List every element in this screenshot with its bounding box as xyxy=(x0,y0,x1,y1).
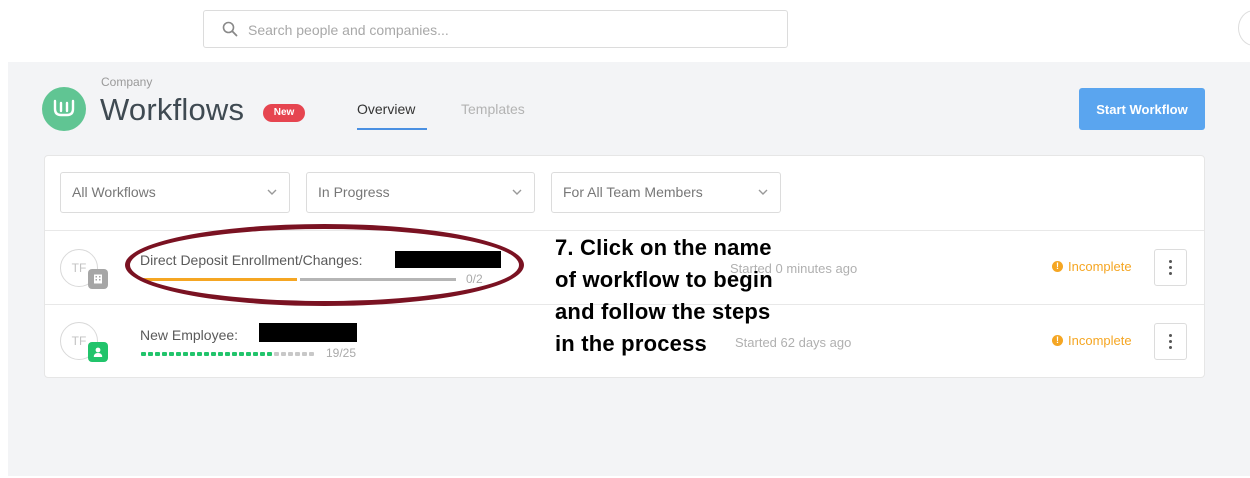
filter-workflow-type-label: All Workflows xyxy=(72,184,156,200)
step-dot xyxy=(288,352,293,356)
alert-icon: ! xyxy=(1052,335,1063,346)
step-dot xyxy=(274,352,279,356)
filter-team-members[interactable]: For All Team Members xyxy=(551,172,781,213)
status-label: Incomplete xyxy=(1068,333,1132,348)
workflows-app-logo xyxy=(42,87,86,131)
search-icon xyxy=(222,21,238,37)
new-badge: New xyxy=(263,104,305,122)
avatar-badge xyxy=(88,342,108,362)
step-dot xyxy=(162,352,167,356)
workflow-name-link[interactable]: New Employee: xyxy=(140,327,238,343)
filter-status[interactable]: In Progress xyxy=(306,172,535,213)
step-dot xyxy=(295,352,300,356)
step-dot xyxy=(239,352,244,356)
step-dot xyxy=(309,352,314,356)
status-label: Incomplete xyxy=(1068,259,1132,274)
chevron-down-icon xyxy=(267,189,277,195)
start-workflow-button[interactable]: Start Workflow xyxy=(1079,88,1205,130)
step-dot xyxy=(204,352,209,356)
page-title: Workflows xyxy=(100,92,245,127)
step-dot xyxy=(148,352,153,356)
search-input[interactable] xyxy=(246,11,770,49)
more-options-button[interactable] xyxy=(1154,323,1187,360)
person-icon xyxy=(93,347,103,357)
active-tab-indicator xyxy=(357,128,427,130)
alert-icon: ! xyxy=(1052,261,1063,272)
step-progress-dots xyxy=(141,352,314,356)
highlight-oval xyxy=(125,224,524,306)
step-dot xyxy=(225,352,230,356)
status-badge: ! Incomplete xyxy=(1052,333,1132,348)
avatar-badge xyxy=(88,269,108,289)
more-options-button[interactable] xyxy=(1154,249,1187,286)
building-icon xyxy=(94,274,102,284)
step-dot xyxy=(155,352,160,356)
breadcrumb: Company xyxy=(101,75,153,89)
step-dot xyxy=(141,352,146,356)
step-dot xyxy=(246,352,251,356)
step-dot xyxy=(302,352,307,356)
filter-status-label: In Progress xyxy=(318,184,390,200)
step-dot xyxy=(218,352,223,356)
step-dot xyxy=(176,352,181,356)
step-dot xyxy=(267,352,272,356)
step-dot xyxy=(169,352,174,356)
tab-overview[interactable]: Overview xyxy=(357,101,415,117)
filter-workflow-type[interactable]: All Workflows xyxy=(60,172,290,213)
step-dot xyxy=(211,352,216,356)
tab-templates[interactable]: Templates xyxy=(461,101,525,117)
step-dot xyxy=(232,352,237,356)
step-dot xyxy=(253,352,258,356)
step-dot xyxy=(260,352,265,356)
instruction-annotation: 7. Click on the name of workflow to begi… xyxy=(555,235,773,356)
filter-team-members-label: For All Team Members xyxy=(563,184,703,200)
workflow-icon xyxy=(53,99,75,117)
progress-count: 19/25 xyxy=(326,346,357,360)
status-badge: ! Incomplete xyxy=(1052,259,1132,274)
redacted-employee-name xyxy=(259,323,357,342)
step-dot xyxy=(183,352,188,356)
step-dot xyxy=(281,352,286,356)
step-dot xyxy=(197,352,202,356)
chevron-down-icon xyxy=(512,189,522,195)
step-dot xyxy=(190,352,195,356)
search-box[interactable] xyxy=(203,10,788,49)
chevron-down-icon xyxy=(758,189,768,195)
